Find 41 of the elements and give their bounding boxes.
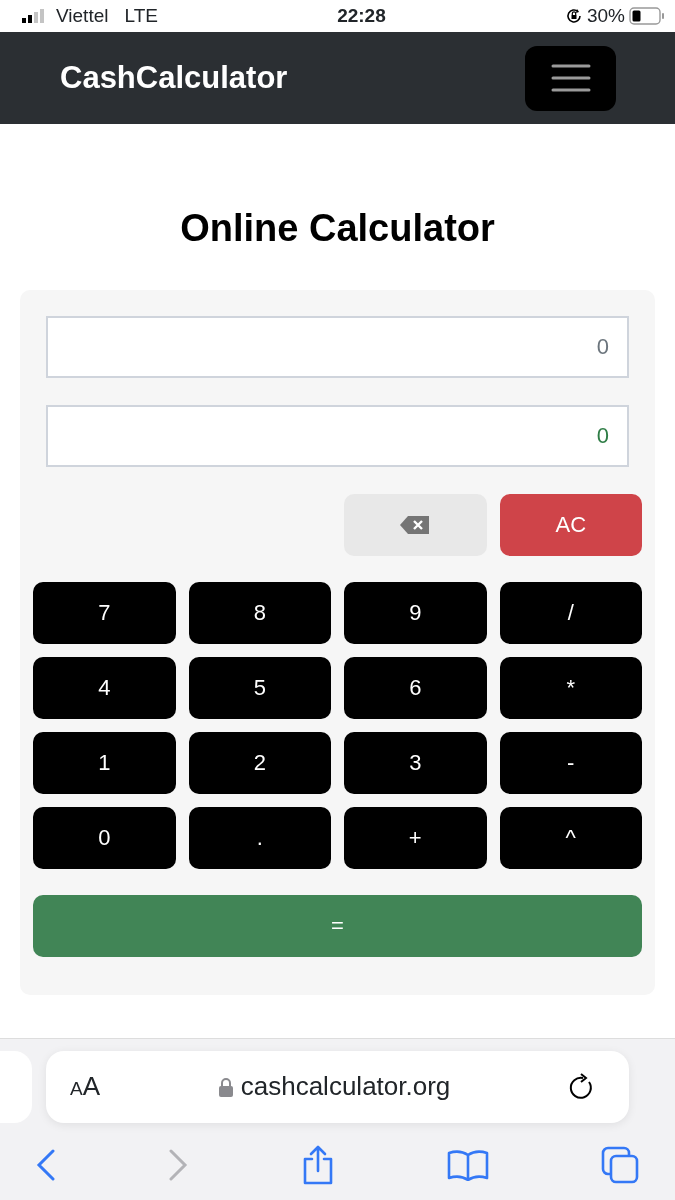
page-title: Online Calculator (179, 206, 496, 251)
forward-icon[interactable] (168, 1148, 189, 1181)
key-button[interactable]: 5 (188, 656, 331, 719)
reload-icon[interactable] (569, 1072, 595, 1101)
menu-button[interactable] (525, 45, 616, 111)
url-text: cashcalculator.org (240, 1070, 451, 1104)
key-button[interactable]: 7 (33, 581, 176, 644)
key-button[interactable]: 9 (344, 581, 487, 644)
lock-icon (218, 1076, 233, 1097)
key-button[interactable]: ^ (499, 806, 642, 869)
equals-button[interactable]: = (33, 894, 642, 957)
key-button[interactable]: + (344, 806, 487, 869)
key-button[interactable]: . (188, 806, 331, 869)
key-button[interactable]: 4 (33, 656, 176, 719)
key-button[interactable]: 6 (344, 656, 487, 719)
back-icon[interactable] (36, 1148, 56, 1181)
brand-link[interactable]: CashCalculator (60, 54, 288, 102)
key-button[interactable]: 0 (33, 806, 176, 869)
book-icon[interactable] (446, 1148, 489, 1181)
menu-icon (550, 63, 591, 93)
key-button[interactable]: 2 (188, 731, 331, 794)
text-size-button[interactable]: AA (70, 1067, 101, 1107)
address-bar[interactable]: AA cashcalculator.org (46, 1050, 629, 1123)
key-button[interactable]: / (499, 581, 642, 644)
key-button[interactable]: 8 (188, 581, 331, 644)
result-field[interactable]: 0 (46, 404, 629, 467)
key-button[interactable]: 3 (344, 731, 487, 794)
carrier-name: Viettel (56, 3, 109, 28)
backspace-icon (399, 514, 432, 535)
key-button[interactable]: - (499, 731, 642, 794)
battery-percent: 30% (586, 3, 625, 28)
expression-field[interactable]: 0 (46, 315, 629, 378)
clock-time: 22:28 (337, 3, 386, 28)
network-type: LTE (124, 3, 158, 28)
clear-button[interactable]: AC (499, 493, 642, 556)
battery-icon (629, 7, 665, 25)
key-button[interactable]: 1 (33, 731, 176, 794)
tabs-icon[interactable] (601, 1145, 639, 1184)
key-button[interactable]: * (499, 656, 642, 719)
rotation-lock-icon (564, 7, 583, 25)
backspace-button[interactable] (344, 493, 487, 556)
